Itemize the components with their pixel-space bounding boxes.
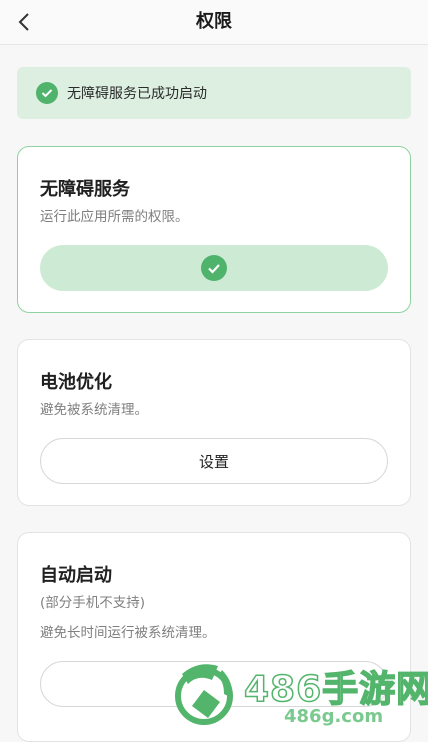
check-circle-icon	[201, 255, 227, 281]
battery-optimization-card: 电池优化 避免被系统清理。 设置	[17, 339, 411, 506]
card-description: 避免长时间运行被系统清理。	[40, 625, 216, 641]
success-banner: 无障碍服务已成功启动	[17, 67, 411, 119]
card-title: 电池优化	[40, 372, 112, 393]
watermark: 486手游网 486g.com	[172, 658, 428, 730]
check-circle-icon	[36, 82, 58, 104]
watermark-url: 486g.com	[284, 706, 384, 727]
card-title: 自动启动	[40, 565, 112, 586]
banner-text: 无障碍服务已成功启动	[67, 86, 207, 102]
button-label: 设置	[198, 452, 229, 471]
accessibility-card: 无障碍服务 运行此应用所需的权限。	[17, 146, 411, 313]
card-description: 避免被系统清理。	[40, 402, 148, 418]
watermark-logo-icon	[175, 664, 233, 725]
card-description: 运行此应用所需的权限。	[40, 209, 189, 225]
card-title: 无障碍服务	[40, 179, 130, 200]
watermark-title: 486手游网	[243, 668, 428, 711]
top-bar: 权限	[0, 0, 428, 45]
page-title: 权限	[196, 11, 232, 32]
battery-settings-button[interactable]: 设置	[40, 438, 388, 484]
accessibility-enabled-button[interactable]	[40, 245, 388, 291]
card-note: (部分手机不支持)	[40, 595, 146, 611]
